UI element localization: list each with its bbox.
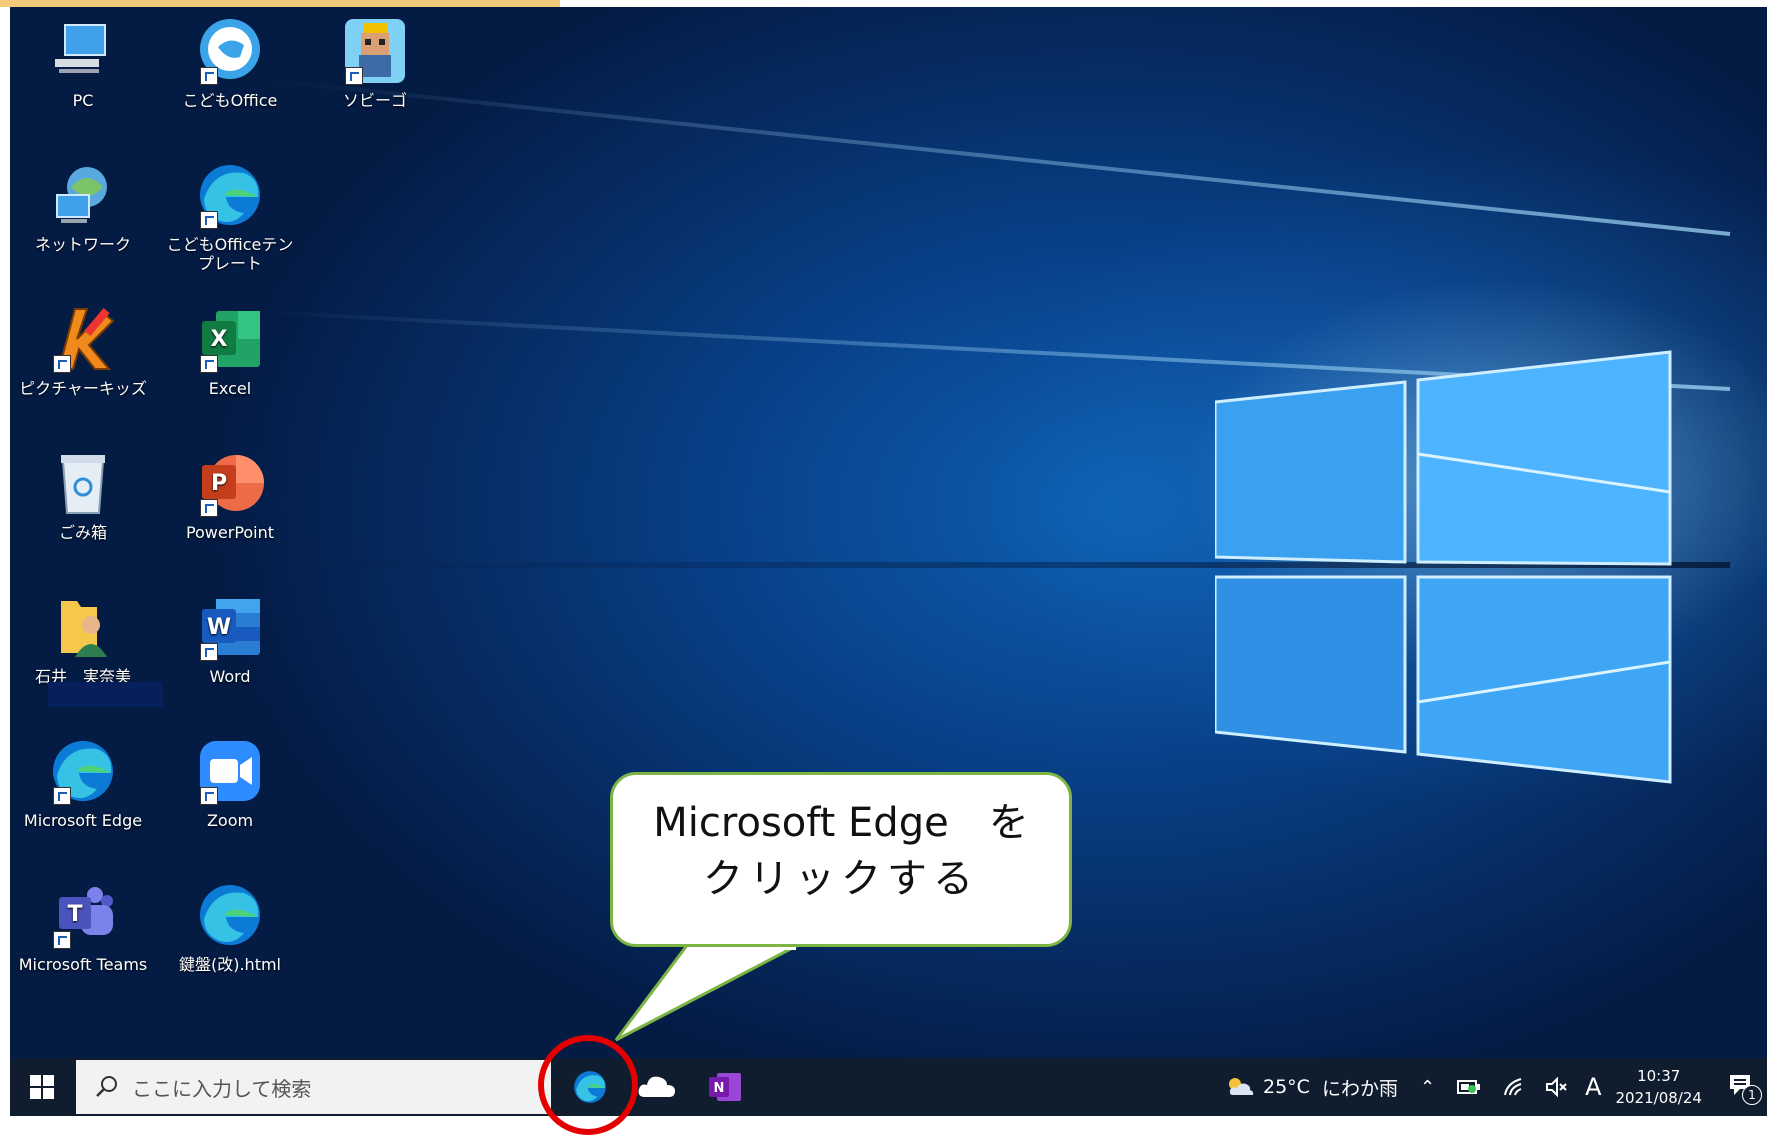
taskbar-search-box[interactable]: ここに入力して検索: [76, 1060, 551, 1114]
icon-label: PowerPoint: [185, 523, 275, 542]
icon-label: こどもOffice: [182, 91, 278, 110]
user-folder-icon: [47, 591, 119, 663]
edge-icon: [194, 159, 266, 231]
taskbar-onenote-button[interactable]: N: [695, 1058, 755, 1116]
icon-label: PC: [72, 91, 94, 110]
icon-label: こどもOfficeテンプレート: [166, 235, 294, 273]
clock-time: 10:37: [1637, 1067, 1681, 1085]
shortcut-arrow-icon: [200, 355, 218, 373]
weather-temperature[interactable]: 25°C: [1263, 1076, 1310, 1098]
svg-text:X: X: [211, 327, 228, 352]
desktop-icon-user-folder[interactable]: 石井 実奈美: [18, 591, 148, 686]
desktop-icon-powerpoint[interactable]: P PowerPoint: [165, 447, 295, 542]
cloud-icon: [638, 1076, 675, 1097]
zoom-icon: [194, 735, 266, 807]
notification-center-button[interactable]: 1: [1728, 1073, 1762, 1105]
kodomo-office-icon: [194, 15, 266, 87]
desktop-icon-sobigo[interactable]: ソビーゴ: [310, 15, 440, 110]
picture-kids-icon: [47, 303, 119, 375]
shortcut-arrow-icon: [200, 787, 218, 805]
icon-label: Microsoft Edge: [23, 811, 143, 830]
desktop-icon-microsoft-edge[interactable]: Microsoft Edge: [18, 735, 148, 830]
recycle-bin-icon: [47, 447, 119, 519]
icon-label: Word: [209, 667, 251, 686]
desktop-icon-zoom[interactable]: Zoom: [165, 735, 295, 830]
icon-label: ネットワーク: [34, 235, 131, 254]
highlight-circle: [538, 1035, 638, 1135]
desktop-icon-recycle-bin[interactable]: ごみ箱: [18, 447, 148, 542]
icon-label: ピクチャーキッズ: [19, 379, 147, 398]
icon-label: 鍵盤(改).html: [178, 955, 282, 974]
desktop-icon-kodomo-office-template[interactable]: こどもOfficeテンプレート: [165, 159, 295, 273]
desktop-icon-kodomo-office[interactable]: こどもOffice: [165, 15, 295, 110]
edge-icon: [47, 735, 119, 807]
desktop-icon-pc[interactable]: PC: [18, 15, 148, 110]
excel-icon: X: [194, 303, 266, 375]
redaction-box: [48, 682, 163, 707]
shortcut-arrow-icon: [53, 787, 71, 805]
ime-indicator[interactable]: A: [1585, 1073, 1601, 1101]
pc-icon: [47, 15, 119, 87]
word-icon: W: [194, 591, 266, 663]
icon-label: Zoom: [206, 811, 254, 830]
wifi-icon[interactable]: [1503, 1077, 1525, 1097]
search-icon: [96, 1076, 117, 1097]
powerpoint-icon: P: [194, 447, 266, 519]
shortcut-arrow-icon: [200, 211, 218, 229]
svg-text:P: P: [211, 471, 227, 496]
start-button[interactable]: [10, 1058, 74, 1116]
shortcut-arrow-icon: [53, 355, 71, 373]
teams-icon: T: [47, 879, 119, 951]
clock[interactable]: 10:37 2021/08/24: [1615, 1065, 1701, 1109]
taskbar: ここに入力して検索 N 25°C にわか雨 ⌃ A 10:37 2021/08/…: [10, 1058, 1767, 1116]
desktop-icon-keyboard-html[interactable]: 鍵盤(改).html: [165, 879, 295, 974]
windows-start-icon: [30, 1075, 54, 1099]
svg-text:N: N: [714, 1081, 725, 1096]
notification-count-badge: 1: [1741, 1085, 1762, 1105]
edge-icon: [194, 879, 266, 951]
desktop-icon-microsoft-teams[interactable]: T Microsoft Teams: [18, 879, 148, 974]
desktop-icon-picture-kids[interactable]: ピクチャーキッズ: [18, 303, 148, 398]
icon-label: Excel: [208, 379, 252, 398]
network-icon: [47, 159, 119, 231]
light-beam: [267, 78, 1731, 236]
desktop-icon-network[interactable]: ネットワーク: [18, 159, 148, 254]
desktop-icon-word[interactable]: W Word: [165, 591, 295, 686]
callout-line-1: Microsoft Edge を: [653, 800, 1029, 846]
callout-tail: [614, 942, 801, 1042]
speaker-muted-icon[interactable]: [1545, 1077, 1569, 1097]
icon-label: ごみ箱: [58, 523, 107, 542]
top-strip: [0, 0, 560, 7]
weather-condition[interactable]: にわか雨: [1322, 1074, 1398, 1101]
svg-text:T: T: [67, 902, 82, 927]
desktop-icon-excel[interactable]: X Excel: [165, 303, 295, 398]
icon-label: ソビーゴ: [342, 91, 407, 110]
battery-icon[interactable]: [1457, 1078, 1481, 1096]
icon-label: Microsoft Teams: [18, 955, 148, 974]
shortcut-arrow-icon: [200, 643, 218, 661]
callout-line-2: クリックする: [703, 856, 979, 902]
onenote-icon: N: [709, 1073, 741, 1101]
chevron-up-icon[interactable]: ⌃: [1420, 1077, 1435, 1098]
search-placeholder: ここに入力して検索: [132, 1076, 312, 1101]
desktop[interactable]: PC ネットワーク ピクチャーキッズ ごみ箱 石井 実奈美 Microsoft …: [10, 7, 1767, 1115]
instruction-callout: Microsoft Edge を クリックする: [610, 772, 1072, 947]
system-tray: 25°C にわか雨 ⌃ A 10:37 2021/08/24 1: [1225, 1058, 1762, 1116]
windows-logo-wallpaper: [1215, 350, 1672, 784]
shortcut-arrow-icon: [200, 499, 218, 517]
svg-text:W: W: [207, 615, 231, 640]
clock-date: 2021/08/24: [1615, 1089, 1702, 1107]
sobigo-icon: [339, 15, 411, 87]
shortcut-arrow-icon: [53, 931, 71, 949]
shortcut-arrow-icon: [200, 67, 218, 85]
shortcut-arrow-icon: [345, 67, 363, 85]
weather-icon[interactable]: [1225, 1075, 1255, 1099]
